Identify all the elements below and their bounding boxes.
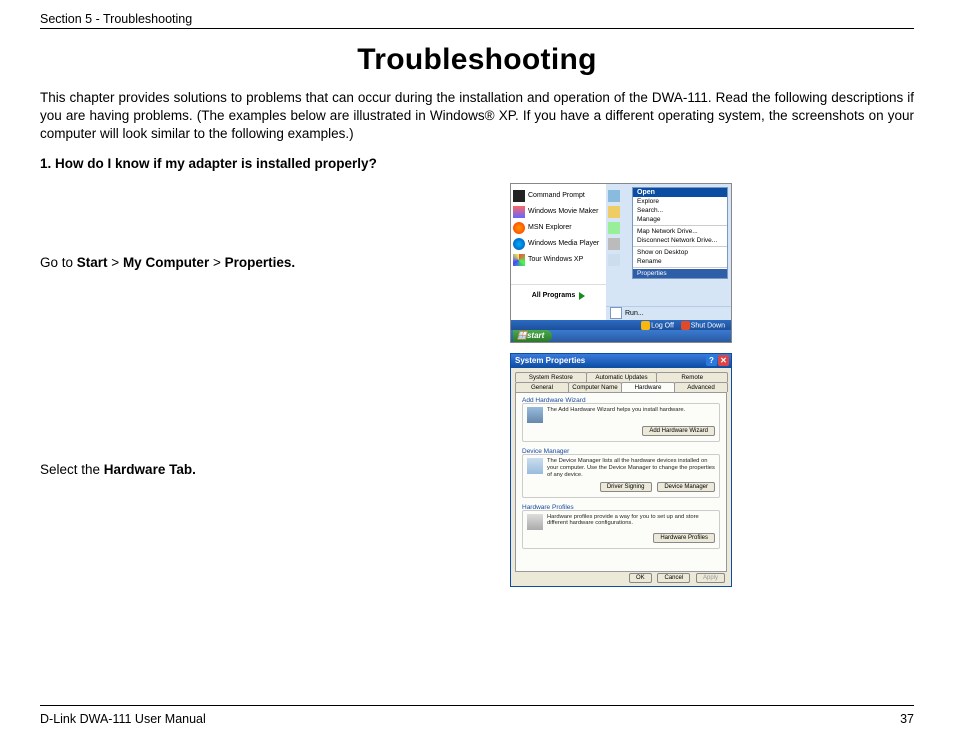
divider-top	[40, 28, 914, 29]
context-menu-item[interactable]: Rename	[633, 257, 727, 266]
tab-general[interactable]: General	[515, 382, 569, 392]
context-menu-item[interactable]: Map Network Drive...	[633, 227, 727, 236]
start-menu-item[interactable]: Command Prompt	[513, 188, 604, 204]
start-menu-item[interactable]: Tour Windows XP	[513, 252, 604, 268]
section-header: Section 5 - Troubleshooting	[40, 12, 914, 26]
cancel-button[interactable]: Cancel	[657, 573, 690, 583]
start-menu-item[interactable]: MSN Explorer	[513, 220, 604, 236]
context-menu-item[interactable]: Show on Desktop	[633, 248, 727, 257]
hardware-profiles-button[interactable]: Hardware Profiles	[653, 533, 715, 543]
driver-signing-button[interactable]: Driver Signing	[600, 482, 652, 492]
group-device-manager-text: The Device Manager lists all the hardwar…	[547, 458, 715, 479]
context-menu-item[interactable]: Explore	[633, 197, 727, 206]
context-menu-item[interactable]: Manage	[633, 215, 727, 224]
context-menu: Open Explore Search... Manage Map Networ…	[632, 187, 728, 279]
tab-remote[interactable]: Remote	[656, 372, 728, 382]
tab-advanced[interactable]: Advanced	[674, 382, 728, 392]
start-button[interactable]: 🪟 start	[513, 330, 552, 342]
footer-page-number: 37	[900, 712, 914, 726]
divider-bottom	[40, 705, 914, 706]
close-icon[interactable]: ✕	[718, 355, 729, 366]
intro-paragraph: This chapter provides solutions to probl…	[40, 89, 914, 144]
hardware-wizard-icon	[527, 407, 543, 423]
shutdown-button[interactable]: Shut Down	[691, 322, 725, 329]
tab-hardware[interactable]: Hardware	[621, 382, 675, 392]
logoff-icon[interactable]	[641, 321, 650, 330]
add-hardware-wizard-button[interactable]: Add Hardware Wizard	[642, 426, 715, 436]
run-item[interactable]: Run...	[606, 306, 731, 320]
ok-button[interactable]: OK	[629, 573, 652, 583]
question-1: 1. How do I know if my adapter is instal…	[40, 156, 914, 171]
step-1-text: Go to Start > My Computer > Properties.	[40, 255, 510, 270]
shutdown-icon[interactable]	[681, 321, 690, 330]
hardware-profiles-icon	[527, 514, 543, 530]
context-menu-item[interactable]: Open	[633, 188, 727, 197]
all-programs[interactable]: All Programs	[511, 284, 606, 307]
logoff-button[interactable]: Log Off	[651, 322, 674, 329]
dialog-titlebar: System Properties ? ✕	[511, 354, 731, 368]
group-hardware-profiles-text: Hardware profiles provide a way for you …	[547, 514, 715, 528]
start-menu-item[interactable]: Windows Media Player	[513, 236, 604, 252]
device-manager-icon	[527, 458, 543, 474]
context-menu-item[interactable]: Search...	[633, 206, 727, 215]
context-menu-item[interactable]: Disconnect Network Drive...	[633, 236, 727, 245]
tab-automatic-updates[interactable]: Automatic Updates	[586, 372, 658, 382]
footer-manual-name: D-Link DWA-111 User Manual	[40, 712, 206, 726]
tab-system-restore[interactable]: System Restore	[515, 372, 587, 382]
apply-button[interactable]: Apply	[696, 573, 725, 583]
run-icon	[610, 307, 622, 319]
chevron-right-icon	[579, 292, 585, 300]
page-title: Troubleshooting	[40, 43, 914, 77]
help-icon[interactable]: ?	[706, 355, 717, 366]
screenshot-start-menu: Command Prompt Windows Movie Maker MSN E…	[510, 183, 732, 343]
start-menu-item[interactable]: Windows Movie Maker	[513, 204, 604, 220]
group-add-hardware-text: The Add Hardware Wizard helps you instal…	[547, 407, 685, 414]
tab-computer-name[interactable]: Computer Name	[568, 382, 622, 392]
step-2-text: Select the Hardware Tab.	[40, 462, 510, 477]
context-menu-item-selected[interactable]: Properties	[633, 269, 727, 278]
screenshot-system-properties: System Properties ? ✕ System Restore Aut…	[510, 353, 732, 587]
device-manager-button[interactable]: Device Manager	[657, 482, 715, 492]
